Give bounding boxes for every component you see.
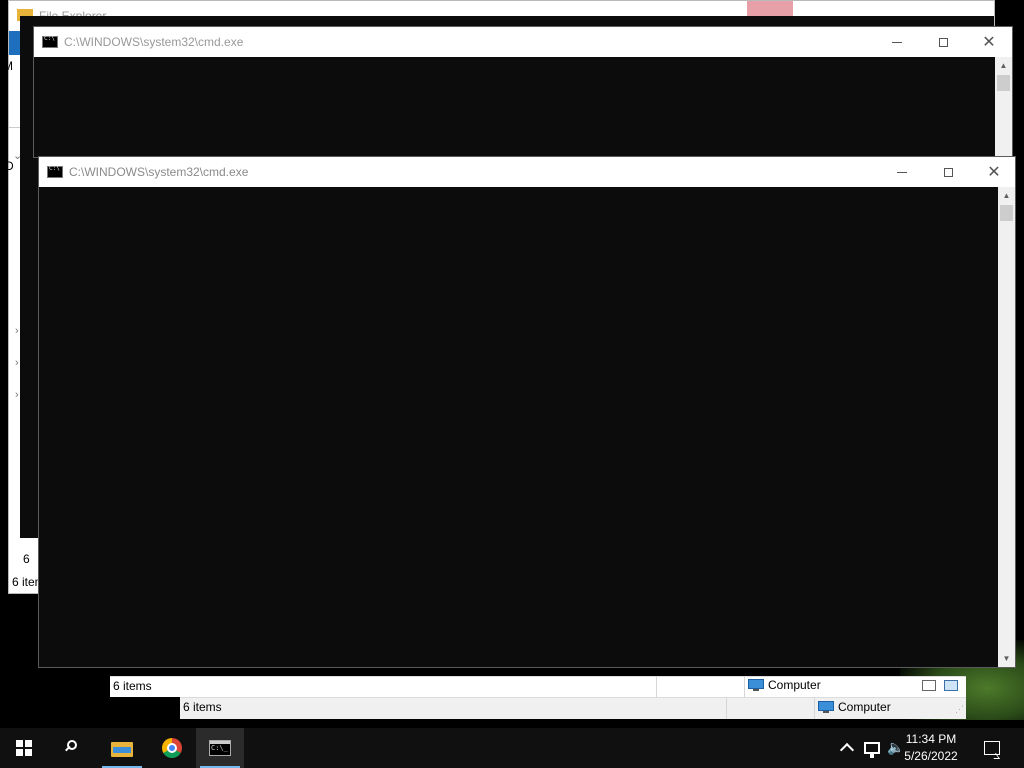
search-button[interactable] xyxy=(48,728,96,768)
search-icon xyxy=(64,740,80,756)
chevron-right-icon[interactable]: › xyxy=(15,389,19,401)
cmd-window-title: C:\WINDOWS\system32\cmd.exe xyxy=(69,165,249,179)
scroll-up-arrow-icon[interactable]: ▲ xyxy=(995,57,1012,74)
scroll-up-arrow-icon[interactable]: ▲ xyxy=(998,187,1015,204)
minimize-button[interactable] xyxy=(879,157,925,187)
close-icon: ✕ xyxy=(982,32,996,51)
cmd-app-icon xyxy=(42,35,58,48)
clock-date: 5/26/2022 xyxy=(904,749,958,763)
console-area[interactable] xyxy=(39,187,998,667)
scrollbar-thumb[interactable] xyxy=(1000,205,1013,221)
computer-icon xyxy=(748,679,764,691)
start-button[interactable] xyxy=(0,728,48,768)
maximize-button[interactable] xyxy=(920,27,966,57)
computer-label: Computer xyxy=(838,700,891,714)
close-icon: ✕ xyxy=(987,162,1001,181)
status-separator xyxy=(656,677,657,697)
large-icons-view-icon[interactable] xyxy=(944,680,958,691)
minimize-icon xyxy=(892,41,902,43)
cmd-window-front[interactable]: C:\WINDOWS\system32\cmd.exe ✕ ▲ ▼ xyxy=(38,156,1016,668)
computer-icon xyxy=(818,701,834,713)
windows-logo-icon xyxy=(16,740,32,756)
clock[interactable]: 11:34 PM 5/26/2022 xyxy=(896,731,966,765)
taskbar-cmd[interactable] xyxy=(196,728,244,768)
status-separator xyxy=(744,677,745,697)
maximize-icon xyxy=(943,167,953,177)
maximize-icon xyxy=(938,37,948,47)
taskbar: 🔈 11:34 PM 5/26/2022 xyxy=(0,728,1024,768)
minimize-icon xyxy=(897,171,907,173)
status-item-count: 6 items xyxy=(113,679,152,693)
cmd-titlebar[interactable]: C:\WINDOWS\system32\cmd.exe ✕ xyxy=(34,27,1012,57)
cmd-window-back[interactable]: C:\WINDOWS\system32\cmd.exe ✕ ▲ xyxy=(33,26,1013,158)
taskbar-chrome[interactable] xyxy=(148,728,196,768)
minimize-button[interactable] xyxy=(874,27,920,57)
show-hidden-icons-button[interactable] xyxy=(836,728,858,768)
maximize-button[interactable] xyxy=(925,157,971,187)
nav-letter-d: D xyxy=(5,159,14,173)
chevron-right-icon[interactable]: › xyxy=(15,357,19,369)
vertical-scrollbar[interactable]: ▲ xyxy=(995,57,1012,157)
clock-time: 11:34 PM xyxy=(905,732,957,746)
network-button[interactable] xyxy=(860,728,884,768)
computer-location: Computer xyxy=(748,678,821,692)
network-icon xyxy=(864,742,880,758)
cmd-titlebar[interactable]: C:\WINDOWS\system32\cmd.exe ✕ xyxy=(39,157,1015,187)
status-separator xyxy=(814,698,815,719)
status-separator xyxy=(726,698,727,719)
resize-grip-icon[interactable]: ⋰ xyxy=(955,704,964,715)
cmd-icon xyxy=(209,740,231,756)
close-button[interactable]: ✕ xyxy=(966,27,1012,57)
computer-location: Computer xyxy=(818,700,891,714)
explorer-status-bar-mid: 6 items Computer xyxy=(110,676,966,697)
chevron-right-icon[interactable]: › xyxy=(15,325,19,337)
taskbar-file-explorer[interactable] xyxy=(98,728,146,768)
close-button-highlight[interactable] xyxy=(747,1,793,17)
folder-icon xyxy=(111,740,133,757)
cmd-app-icon xyxy=(47,165,63,178)
details-view-icon[interactable] xyxy=(922,680,936,691)
action-center-button[interactable] xyxy=(978,728,1006,768)
vertical-scrollbar[interactable]: ▲ ▼ xyxy=(998,187,1015,667)
close-button[interactable]: ✕ xyxy=(971,157,1017,187)
scrollbar-thumb[interactable] xyxy=(997,75,1010,91)
computer-label: Computer xyxy=(768,678,821,692)
chevron-up-icon xyxy=(839,742,855,758)
nav-letter-m: M xyxy=(3,59,13,73)
nav-letter-6: 6 xyxy=(23,552,30,566)
notification-icon xyxy=(984,741,1000,755)
explorer-status-bar-front: 6 items Computer ⋰ xyxy=(180,697,966,719)
cmd-window-title: C:\WINDOWS\system32\cmd.exe xyxy=(64,35,244,49)
chrome-icon xyxy=(162,738,182,758)
scroll-down-arrow-icon[interactable]: ▼ xyxy=(998,650,1015,667)
status-item-count: 6 items xyxy=(183,700,222,714)
